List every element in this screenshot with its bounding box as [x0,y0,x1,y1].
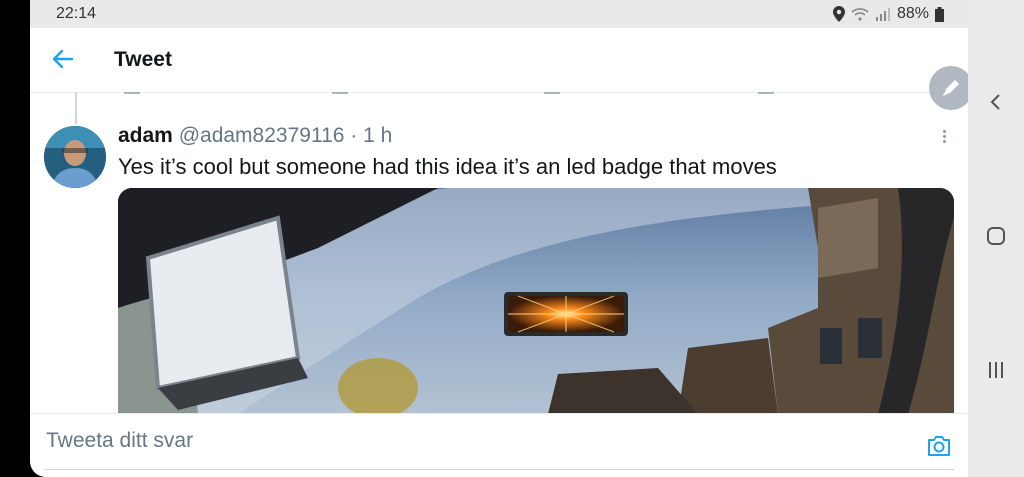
app-screen: 22:14 88% Tweet adam @adam82379116 · 1 h… [30,0,968,477]
previous-tweet-actions [30,80,968,98]
arrow-left-icon [52,49,74,69]
more-vertical-icon [942,130,946,133]
more-options-button[interactable] [936,128,952,146]
tweet-media[interactable] [118,188,954,414]
tweet-header: adam @adam82379116 · 1 h [118,124,392,148]
battery-icon [935,6,944,22]
tweet-text: Yes it’s cool but someone had this idea … [118,154,777,179]
share-icon[interactable] [758,80,774,94]
signal-icon [875,8,890,21]
author-name[interactable]: adam [118,124,173,147]
avatar-photo [44,126,106,188]
thread-line [75,92,77,124]
meta-separator: · [350,124,358,147]
camera-button[interactable] [926,434,952,458]
location-icon [832,6,845,22]
nav-home-button[interactable] [982,222,1010,250]
status-icons: 88% [832,5,944,23]
reply-bar [30,413,968,477]
pencil-icon [943,80,959,96]
status-bar: 22:14 88% [30,0,968,28]
system-nav-bar [968,0,1024,477]
compose-fab[interactable] [929,66,968,110]
battery-percent: 88% [896,5,929,22]
page-title: Tweet [114,48,172,71]
home-icon [987,227,1005,245]
nav-recents-button[interactable] [982,356,1010,384]
reply-input[interactable] [44,422,848,460]
camera-icon [928,436,950,456]
retweet-icon[interactable] [332,80,348,94]
author-handle[interactable]: @adam82379116 [179,124,345,147]
nav-back-button[interactable] [982,88,1010,116]
like-icon[interactable] [544,80,560,94]
wifi-icon [851,8,869,21]
reply-icon[interactable] [124,80,140,94]
avatar[interactable] [44,126,106,188]
status-time: 22:14 [56,5,97,22]
back-chevron-icon [990,94,1000,110]
recents-icon [989,362,1003,378]
media-image [118,188,954,414]
reply-underline [44,469,954,470]
back-button[interactable] [50,46,76,72]
tweet-time: 1 h [363,124,393,147]
